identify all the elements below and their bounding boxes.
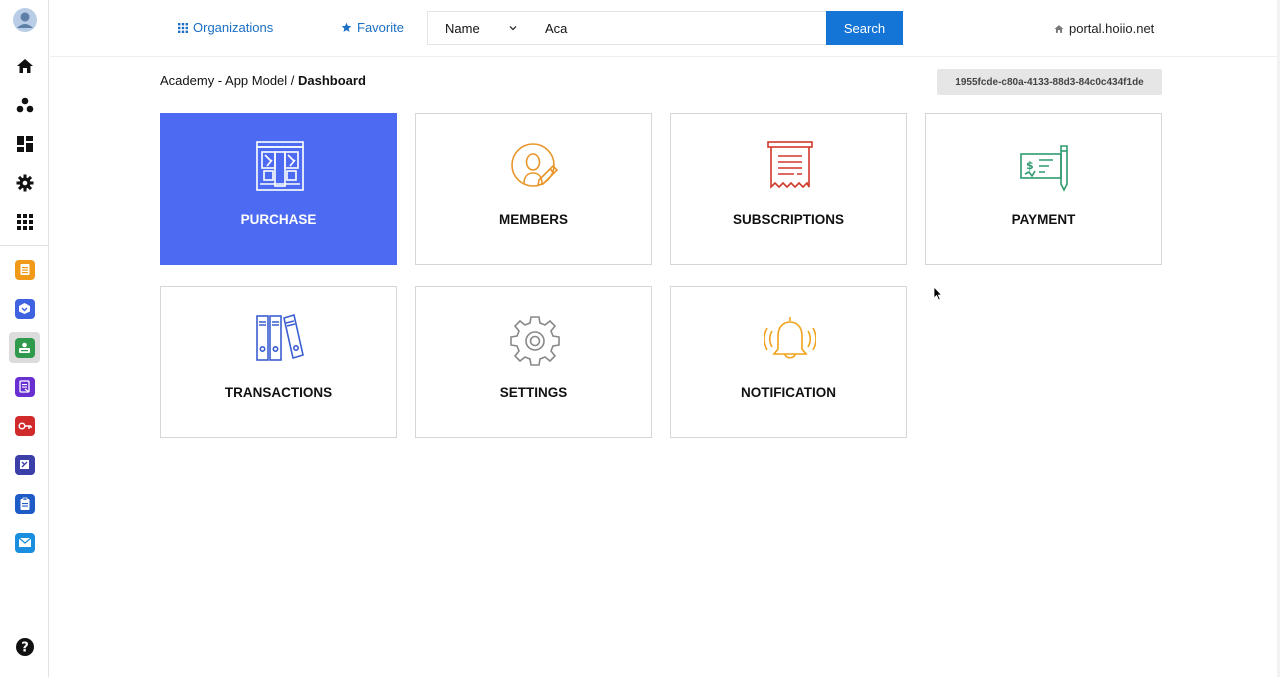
favorite-link[interactable]: Favorite (341, 20, 404, 35)
tile-label: PURCHASE (240, 212, 317, 227)
binders-icon (256, 313, 304, 361)
help-button[interactable]: ? (9, 631, 40, 662)
tile-label: PAYMENT (1011, 212, 1076, 227)
tile-settings[interactable]: SETTINGS (415, 286, 652, 438)
tile-label: SUBSCRIPTIONS (732, 212, 844, 227)
app-academy[interactable] (9, 332, 40, 363)
tile-payment[interactable]: $ PAYMENT (925, 113, 1162, 265)
search-field-value: Name (445, 20, 480, 36)
app-mail[interactable] (9, 527, 40, 558)
grid-icon (16, 213, 33, 230)
dashboard-icon (16, 135, 33, 152)
home-icon (16, 58, 33, 73)
star-icon (341, 22, 352, 32)
tile-label: MEMBERS (498, 212, 568, 227)
top-bar: Organizations Favorite Name Search porta… (50, 0, 1278, 57)
puzzle-icon (14, 454, 35, 475)
member-edit-icon (511, 143, 559, 187)
sidebar-item-settings[interactable] (9, 167, 40, 198)
help-icon: ? (15, 637, 34, 656)
mail-icon (14, 532, 35, 553)
tile-transactions[interactable]: TRANSACTIONS (160, 286, 397, 438)
sidebar-divider (0, 245, 49, 246)
tile-purchase[interactable]: PURCHASE (160, 113, 397, 265)
svg-text:$: $ (1026, 159, 1034, 172)
receipt-icon (767, 141, 813, 189)
sidebar-item-dashboard[interactable] (9, 128, 40, 159)
user-avatar-icon (12, 7, 37, 32)
record-id-badge: 1955fcde-c80a-4133-88d3-84c0c434f1de (937, 69, 1162, 95)
group-icon (16, 97, 33, 112)
breadcrumb: Academy - App Model / Dashboard (160, 73, 366, 88)
key-icon (14, 415, 35, 436)
form-icon (14, 376, 35, 397)
grid-icon (178, 22, 188, 33)
clipboard-icon (14, 493, 35, 514)
app-notebook[interactable] (9, 254, 40, 285)
tile-notification[interactable]: NOTIFICATION (670, 286, 907, 438)
sidebar: ? (0, 0, 49, 677)
tile-label: NOTIFICATION (741, 385, 836, 400)
box-icon (14, 298, 35, 319)
tile-label: SETTINGS (499, 385, 568, 400)
notebook-icon (14, 259, 35, 280)
tile-members[interactable]: MEMBERS (415, 113, 652, 265)
tile-label: TRANSACTIONS (224, 385, 333, 400)
sidebar-item-groups[interactable] (9, 89, 40, 120)
bell-icon (764, 317, 816, 359)
portal-label: portal.hoiio.net (1069, 21, 1155, 36)
portal-link[interactable]: portal.hoiio.net (1054, 21, 1154, 36)
app-form[interactable] (9, 371, 40, 402)
mouse-pointer-icon (933, 286, 943, 301)
academy-icon (14, 337, 35, 358)
breadcrumb-path[interactable]: Academy - App Model / (160, 73, 298, 88)
cheque-icon: $ (1020, 145, 1068, 192)
search-field-select[interactable]: Name (427, 11, 533, 45)
gear-icon (16, 174, 33, 191)
search-input[interactable] (532, 11, 827, 45)
app-clipboard[interactable] (9, 488, 40, 519)
chevron-down-icon (509, 26, 517, 31)
avatar[interactable] (9, 4, 40, 35)
organizations-label: Organizations (193, 20, 274, 35)
home-icon (1054, 24, 1064, 33)
organizations-link[interactable]: Organizations (178, 20, 273, 35)
gear-icon (510, 316, 560, 366)
app-box[interactable] (9, 293, 40, 324)
breadcrumb-current: Dashboard (298, 73, 366, 88)
app-key[interactable] (9, 410, 40, 441)
app-puzzle[interactable] (9, 449, 40, 480)
sidebar-item-home[interactable] (9, 50, 40, 81)
search-button[interactable]: Search (826, 11, 903, 45)
tile-subscriptions[interactable]: SUBSCRIPTIONS (670, 113, 907, 265)
sidebar-item-apps[interactable] (9, 206, 40, 237)
favorite-label: Favorite (357, 20, 404, 35)
svg-text:?: ? (21, 640, 29, 655)
building-icon (256, 141, 304, 191)
